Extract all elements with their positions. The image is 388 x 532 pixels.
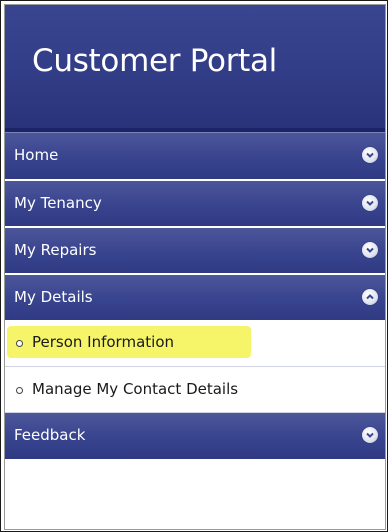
submenu-item-person-information[interactable]: Person Information — [5, 320, 385, 366]
chevron-up-icon[interactable] — [362, 289, 378, 305]
menu-item-feedback[interactable]: Feedback — [5, 412, 385, 459]
submenu-item-manage-contact-details[interactable]: Manage My Contact Details — [5, 366, 385, 412]
bullet-icon — [16, 387, 23, 394]
menu-item-label: Feedback — [14, 426, 86, 444]
menu-item-label: My Tenancy — [14, 194, 102, 212]
menu-item-my-tenancy[interactable]: My Tenancy — [5, 179, 385, 226]
menu-item-my-details[interactable]: My Details — [5, 273, 385, 320]
portal-frame: Customer Portal Home My Tenancy My Repai… — [0, 0, 388, 532]
chevron-down-icon[interactable] — [362, 242, 378, 258]
chevron-down-icon[interactable] — [362, 147, 378, 163]
chevron-down-icon[interactable] — [362, 427, 378, 443]
menu-item-my-repairs[interactable]: My Repairs — [5, 226, 385, 273]
menu-item-label: My Details — [14, 288, 93, 306]
menu-item-home[interactable]: Home — [5, 132, 385, 179]
portal-header: Customer Portal — [5, 5, 385, 128]
chevron-down-icon[interactable] — [362, 195, 378, 211]
menu-item-label: Home — [14, 146, 59, 164]
bullet-icon — [16, 340, 23, 347]
menu-item-label: My Repairs — [14, 241, 97, 259]
page-title: Customer Portal — [32, 43, 277, 79]
portal-panel: Customer Portal Home My Tenancy My Repai… — [4, 4, 386, 530]
submenu-item-label: Person Information — [32, 333, 175, 351]
submenu-item-label: Manage My Contact Details — [32, 380, 239, 398]
